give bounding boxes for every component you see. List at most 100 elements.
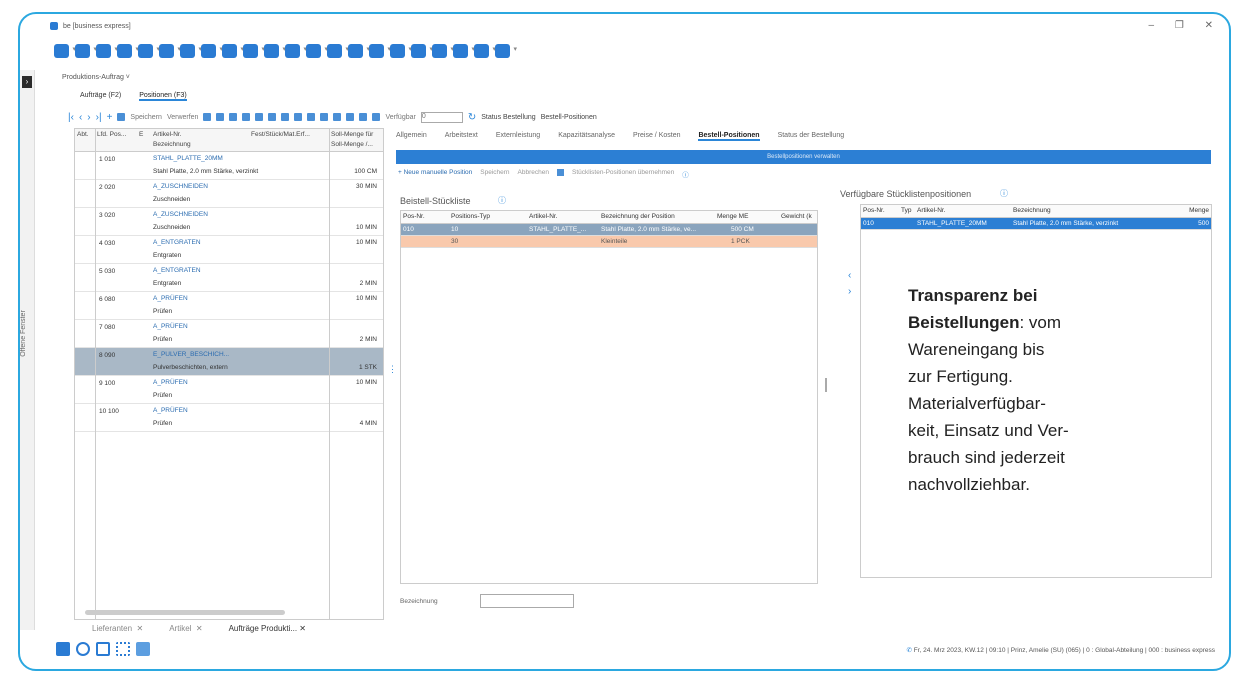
wrench-icon[interactable] xyxy=(432,44,454,58)
chart-icon[interactable] xyxy=(285,44,307,58)
avail-col-bez[interactable]: Bezeichnung xyxy=(1013,207,1051,214)
col-e[interactable]: E xyxy=(139,131,143,138)
users-icon[interactable] xyxy=(96,44,118,58)
tag-icon[interactable] xyxy=(201,44,223,58)
next-icon[interactable]: › xyxy=(87,112,90,123)
detail-tab[interactable]: Bestell-Positionen xyxy=(698,132,760,141)
available-info-icon[interactable]: ⓘ xyxy=(1000,188,1008,199)
move-right-icon[interactable]: › xyxy=(848,286,851,297)
tool-icon-6[interactable] xyxy=(268,113,277,121)
tool-icon-3[interactable] xyxy=(229,113,238,121)
tool-icon-2[interactable] xyxy=(216,113,225,121)
calc-icon[interactable] xyxy=(180,44,202,58)
detail-tab[interactable]: Arbeitstext xyxy=(445,132,478,141)
table-row[interactable]: 6 080 A_PRÜFEN Prüfen 10 MIN xyxy=(75,292,383,320)
table-row[interactable]: 10 100 A_PRÜFEN Prüfen 4 MIN xyxy=(75,404,383,432)
list-icon[interactable] xyxy=(495,44,517,58)
bom-row[interactable]: 30 Kleinteile 1 PCK xyxy=(401,236,817,248)
move-left-icon[interactable]: ‹ xyxy=(848,270,851,281)
col-artikel[interactable]: Artikel-Nr. xyxy=(153,131,182,138)
bom-row[interactable]: 010 10 STAHL_PLATTE_... Stahl Platte, 2.0 m… xyxy=(401,224,817,236)
report-icon[interactable] xyxy=(390,44,412,58)
delete-icon[interactable] xyxy=(117,113,126,121)
edit-icon[interactable] xyxy=(327,44,349,58)
col-bezeichnung[interactable]: Bezeichnung xyxy=(153,141,191,148)
bezeichnung-input[interactable] xyxy=(480,594,574,608)
truck-icon[interactable] xyxy=(138,44,160,58)
bom-col-typ[interactable]: Positions-Typ xyxy=(451,213,490,220)
add-icon[interactable]: + xyxy=(107,112,113,123)
col-abt[interactable]: Abt. xyxy=(77,131,89,138)
search-icon[interactable] xyxy=(76,642,90,656)
refresh-icon[interactable]: ↻ xyxy=(468,112,476,123)
minimize-button[interactable]: – xyxy=(1149,20,1155,31)
factory-icon[interactable] xyxy=(243,44,265,58)
available-input[interactable]: 0 xyxy=(420,111,463,123)
calendar-icon[interactable] xyxy=(348,44,370,58)
tool-icon-13[interactable] xyxy=(359,113,368,121)
expand-arrow-icon[interactable]: › xyxy=(22,76,32,88)
binoculars-icon[interactable] xyxy=(369,44,391,58)
splitter-handle-icon[interactable]: ⋮ xyxy=(388,364,397,375)
col-fest[interactable]: Fest/Stück/Mat.Erf... xyxy=(251,131,310,138)
clock-icon[interactable] xyxy=(222,44,244,58)
tool-icon-4[interactable] xyxy=(242,113,251,121)
last-icon[interactable]: ›| xyxy=(96,112,102,123)
avail-col-typ[interactable]: Typ xyxy=(901,207,911,214)
table-row[interactable]: 8 090 E_PULVER_BESCHICH... Pulverbeschicht… xyxy=(75,348,383,376)
new-manual-position-button[interactable]: + Neue manuelle Position xyxy=(398,169,472,179)
table-row[interactable]: 4 030 A_ENTGRATEN Entgraten 10 MIN xyxy=(75,236,383,264)
grid-icon[interactable] xyxy=(116,642,130,656)
graph-icon[interactable] xyxy=(411,44,433,58)
screen-icon[interactable] xyxy=(136,642,150,656)
bom-col-art[interactable]: Artikel-Nr. xyxy=(529,213,558,220)
horizontal-scrollbar[interactable] xyxy=(85,610,285,615)
bom-col-bez[interactable]: Bezeichnung der Position xyxy=(601,213,675,220)
bom-col-menge[interactable]: Menge ME xyxy=(717,213,748,220)
detail-tab[interactable]: Status der Bestellung xyxy=(778,132,845,141)
take-over-button[interactable]: Stücklisten-Positionen übernehmen xyxy=(572,169,674,179)
col-soll2[interactable]: Soll-Menge /... xyxy=(331,141,373,148)
splitter-handle[interactable] xyxy=(825,378,827,392)
tab-auftraege[interactable]: Aufträge (F2) xyxy=(80,92,121,101)
close-button[interactable]: ✕ xyxy=(1205,20,1213,31)
first-icon[interactable]: |‹ xyxy=(68,112,74,123)
bom-col-pos[interactable]: Pos-Nr. xyxy=(403,213,425,220)
col-soll1[interactable]: Soll-Menge für xyxy=(331,131,373,138)
users-icon[interactable] xyxy=(96,642,110,656)
user-icon[interactable] xyxy=(453,44,475,58)
table-row[interactable]: 1 010 STAHL_PLATTE_20MM Stahl Platte, 2.0 … xyxy=(75,152,383,180)
table-row[interactable]: 5 030 A_ENTGRATEN Entgraten 2 MIN xyxy=(75,264,383,292)
discard-button[interactable]: Verwerfen xyxy=(167,114,199,121)
box-icon[interactable] xyxy=(75,44,97,58)
cancel-button[interactable]: Abbrechen xyxy=(518,169,549,179)
window-tab-auftraege[interactable]: Aufträge Produkti... ✕ xyxy=(229,624,306,633)
tool-icon-1[interactable] xyxy=(203,113,212,121)
bom-col-gewicht[interactable]: Gewicht (k xyxy=(781,213,812,220)
bom-info-icon[interactable]: ⓘ xyxy=(498,195,506,206)
detail-tab[interactable]: Preise / Kosten xyxy=(633,132,680,141)
delete-position-icon[interactable] xyxy=(557,169,564,176)
table-row[interactable]: 7 080 A_PRÜFEN Prüfen 2 MIN xyxy=(75,320,383,348)
factory2-icon[interactable] xyxy=(264,44,286,58)
table-row[interactable]: 3 020 A_ZUSCHNEIDEN Zuschneiden 10 MIN xyxy=(75,208,383,236)
tool-icon-5[interactable] xyxy=(255,113,264,121)
order-positions-button[interactable]: Bestell-Positionen xyxy=(541,114,597,121)
save-position-button[interactable]: Speichern xyxy=(480,169,509,179)
info-icon[interactable] xyxy=(474,44,496,58)
avail-col-pos[interactable]: Pos-Nr. xyxy=(863,207,885,214)
tool-icon-14[interactable] xyxy=(372,113,381,121)
layout-icon[interactable] xyxy=(56,642,70,656)
detail-tab[interactable]: Allgemein xyxy=(396,132,427,141)
tool-icon-12[interactable] xyxy=(346,113,355,121)
book-icon[interactable] xyxy=(306,44,328,58)
prev-icon[interactable]: ‹ xyxy=(79,112,82,123)
col-lfd[interactable]: Lfd. Pos... xyxy=(97,131,126,138)
tool-icon-9[interactable] xyxy=(307,113,316,121)
window-tab-artikel[interactable]: Artikel ✕ xyxy=(169,624,202,633)
breadcrumb[interactable]: Produktions-Auftrag ˅ xyxy=(62,74,130,81)
detail-tab[interactable]: Externleistung xyxy=(496,132,540,141)
maximize-button[interactable]: ❐ xyxy=(1175,20,1184,31)
table-row[interactable]: 2 020 A_ZUSCHNEIDEN Zuschneiden 30 MIN xyxy=(75,180,383,208)
save-button[interactable]: Speichern xyxy=(130,114,162,121)
